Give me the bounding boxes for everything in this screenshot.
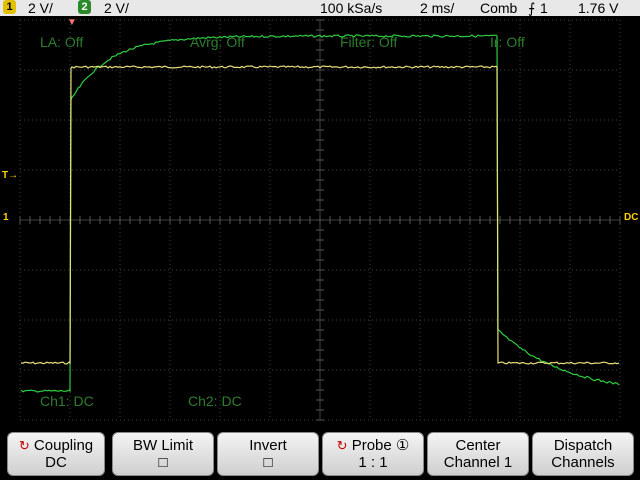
bw-limit-checkbox-icon: □ <box>158 454 168 471</box>
sample-rate: 100 kSa/s <box>320 0 383 16</box>
coupling-label: Coupling <box>33 437 94 454</box>
trigger-time-marker[interactable]: ▼ <box>67 17 77 28</box>
ch2-coupling-status: Ch2: DC <box>188 393 242 409</box>
la-status: LA: Off <box>40 34 84 50</box>
rotate-knob-icon: ↻ <box>336 438 348 453</box>
coupling-softkey[interactable]: ↻ Coupling DC <box>7 432 105 476</box>
ir-status: Ir: Off <box>490 34 525 50</box>
trigger-channel: 1 <box>540 0 548 16</box>
rotate-knob-icon: ↻ <box>18 438 30 453</box>
bw-limit-softkey[interactable]: BW Limit □ <box>112 432 214 476</box>
ch1-coupling-status: Ch1: DC <box>40 393 94 409</box>
center-channel-softkey[interactable]: Center Channel 1 <box>427 432 529 476</box>
graticule <box>19 19 621 421</box>
invert-softkey[interactable]: Invert □ <box>217 432 319 476</box>
dispatch-value: Channels <box>551 454 615 471</box>
avrg-status: Avrg: Off <box>190 34 245 50</box>
probe-softkey[interactable]: ↻ Probe ① 1 : 1 <box>322 432 424 476</box>
status-bar: 1 2 V/ 2 2 V/ 100 kSa/s 2 ms/ Comb ⨍ 1 1… <box>0 0 640 16</box>
trigger-level: 1.76 V <box>578 0 619 16</box>
dispatch-label: Dispatch <box>553 437 613 454</box>
dispatch-channels-softkey[interactable]: Dispatch Channels <box>532 432 634 476</box>
trigger-edge-icon: ⨍ <box>528 0 536 16</box>
ch1-badge: 1 <box>3 0 16 14</box>
dc-marker: DC <box>624 212 639 223</box>
center-channel-value: Channel 1 <box>443 454 513 471</box>
center-label: Center <box>455 437 501 454</box>
bw-limit-label: BW Limit <box>133 437 193 454</box>
probe-value: 1 : 1 <box>358 454 388 471</box>
filter-status: Filter: Off <box>340 34 398 50</box>
trigger-level-marker[interactable]: T→ <box>2 170 18 181</box>
ch2-scale: 2 V/ <box>104 0 129 16</box>
scope-display[interactable]: LA: Off Avrg: Off Filter: Off Ir: Off Ch… <box>0 16 640 424</box>
invert-checkbox-icon: □ <box>263 454 273 471</box>
timebase: 2 ms/ <box>420 0 455 16</box>
invert-label: Invert <box>249 437 287 454</box>
ch2-badge: 2 <box>78 0 91 14</box>
ch1-scale: 2 V/ <box>28 0 53 16</box>
probe-label: Probe ① <box>351 437 410 454</box>
softkey-bar: ↻ Coupling DC BW Limit □ Invert □ ↻ Prob… <box>0 424 640 480</box>
ch1-ground-marker[interactable]: 1 <box>3 212 9 223</box>
acquisition-mode: Comb <box>480 0 518 16</box>
waveform-area <box>19 19 621 421</box>
coupling-value: DC <box>45 454 67 471</box>
